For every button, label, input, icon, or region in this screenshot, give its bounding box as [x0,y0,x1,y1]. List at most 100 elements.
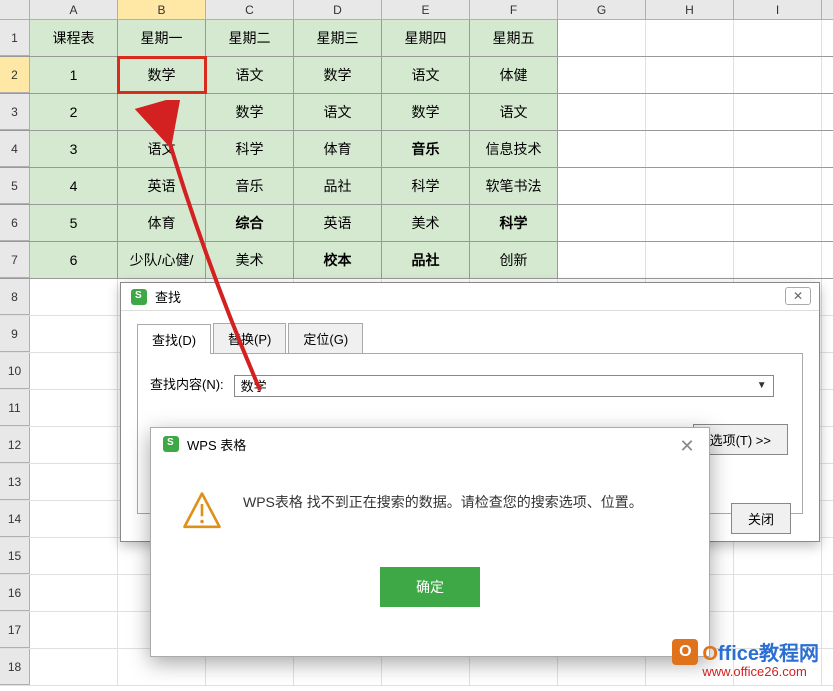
row-head-17[interactable]: 17 [0,612,30,648]
cell[interactable] [30,649,118,685]
cell[interactable] [734,242,822,278]
cell[interactable] [558,20,646,56]
cell[interactable]: 品社 [294,168,382,204]
cell[interactable]: 语文 [382,57,470,93]
alert-titlebar[interactable]: WPS 表格 ✕ [151,428,709,460]
row-head-2[interactable]: 2 [0,57,30,93]
row-head-14[interactable]: 14 [0,501,30,537]
row-head-11[interactable]: 11 [0,390,30,426]
cell[interactable]: 1 [30,57,118,93]
tab-replace[interactable]: 替换(P) [213,323,286,353]
cell[interactable] [734,538,822,574]
col-head-D[interactable]: D [294,0,382,19]
cell[interactable]: 体育 [294,131,382,167]
row-head-13[interactable]: 13 [0,464,30,500]
cell[interactable] [30,538,118,574]
tab-goto[interactable]: 定位(G) [288,323,363,353]
cell[interactable] [30,427,118,463]
cell[interactable]: 校本 [294,242,382,278]
cell[interactable]: 英语 [294,205,382,241]
close-button[interactable]: 关闭 [731,503,791,534]
cell[interactable]: 4 [30,168,118,204]
cell[interactable] [646,20,734,56]
cell[interactable]: 语文 [118,131,206,167]
alert-close-icon[interactable]: ✕ [677,436,697,456]
cell[interactable] [558,57,646,93]
cell[interactable]: 3 [30,131,118,167]
col-head-F[interactable]: F [470,0,558,19]
cell[interactable] [30,316,118,352]
cell[interactable] [734,575,822,611]
ok-button[interactable]: 确定 [380,567,480,607]
cell[interactable]: 体健 [470,57,558,93]
row-head-10[interactable]: 10 [0,353,30,389]
cell[interactable]: 综合 [206,205,294,241]
cell[interactable] [646,131,734,167]
find-dialog-close-icon[interactable]: ✕ [785,287,811,305]
cell[interactable]: 科学 [206,131,294,167]
cell[interactable]: 品社 [382,242,470,278]
cell[interactable]: 创新 [470,242,558,278]
cell[interactable]: 星期五 [470,20,558,56]
cell[interactable] [646,242,734,278]
cell[interactable]: 美术 [206,242,294,278]
cell[interactable]: 科学 [382,168,470,204]
row-head-18[interactable]: 18 [0,649,30,685]
cell[interactable]: 软笔书法 [470,168,558,204]
cell[interactable]: 星期二 [206,20,294,56]
cell[interactable]: 语文 [118,94,206,130]
row-head-8[interactable]: 8 [0,279,30,315]
cell[interactable]: 2 [30,94,118,130]
cell[interactable]: 英语 [118,168,206,204]
cell[interactable] [558,205,646,241]
row-head-15[interactable]: 15 [0,538,30,574]
row-head-12[interactable]: 12 [0,427,30,463]
find-content-input[interactable]: 数学 ▼ [234,375,774,397]
cell[interactable] [734,57,822,93]
cell[interactable]: 5 [30,205,118,241]
cell[interactable]: 数学 [118,57,206,93]
col-head-A[interactable]: A [30,0,118,19]
col-head-C[interactable]: C [206,0,294,19]
cell[interactable] [558,168,646,204]
cell[interactable]: 语文 [470,94,558,130]
cell[interactable] [734,20,822,56]
cell[interactable]: 6 [30,242,118,278]
row-head-9[interactable]: 9 [0,316,30,352]
tab-find[interactable]: 查找(D) [137,324,211,354]
cell[interactable] [646,57,734,93]
select-all-corner[interactable] [0,0,30,19]
col-head-G[interactable]: G [558,0,646,19]
col-head-H[interactable]: H [646,0,734,19]
cell[interactable]: 音乐 [206,168,294,204]
find-dialog-titlebar[interactable]: 查找 ✕ [121,283,819,311]
cell[interactable] [646,205,734,241]
cell[interactable] [558,242,646,278]
cell[interactable]: 数学 [294,57,382,93]
cell[interactable] [734,205,822,241]
cell[interactable]: 科学 [470,205,558,241]
cell[interactable]: 星期一 [118,20,206,56]
cell[interactable] [30,279,118,315]
cell[interactable] [558,131,646,167]
cell[interactable]: 语文 [206,57,294,93]
cell[interactable]: 星期四 [382,20,470,56]
row-head-7[interactable]: 7 [0,242,30,278]
cell[interactable] [30,501,118,537]
cell[interactable]: 美术 [382,205,470,241]
cell[interactable]: 语文 [294,94,382,130]
cell[interactable]: 课程表 [30,20,118,56]
row-head-4[interactable]: 4 [0,131,30,167]
row-head-1[interactable]: 1 [0,20,30,56]
cell[interactable]: 星期三 [294,20,382,56]
cell[interactable] [734,94,822,130]
cell[interactable] [734,168,822,204]
cell[interactable] [30,612,118,648]
cell[interactable] [646,168,734,204]
col-head-I[interactable]: I [734,0,822,19]
cell[interactable] [558,94,646,130]
dropdown-caret-icon[interactable]: ▼ [757,376,767,396]
col-head-E[interactable]: E [382,0,470,19]
cell[interactable]: 少队/心健/ [118,242,206,278]
cell[interactable]: 数学 [206,94,294,130]
